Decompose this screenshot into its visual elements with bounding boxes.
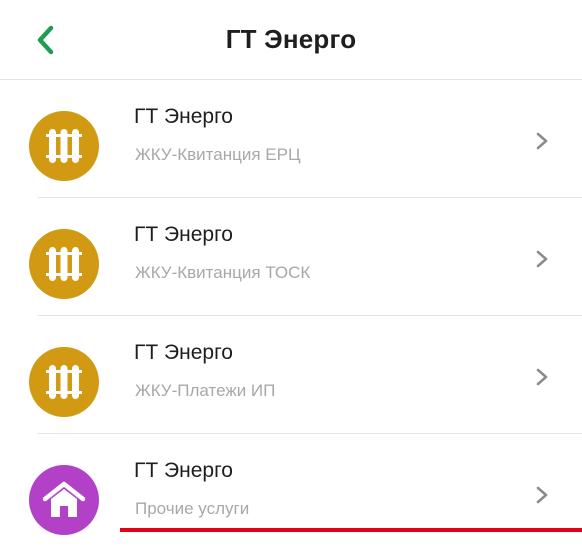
item-title: ГТ Энерго [134, 459, 233, 482]
list-item[interactable]: ГТ Энерго ЖКУ-Платежи ИП [0, 316, 582, 434]
list-item[interactable]: ГТ Энерго ЖКУ-Квитанция ТОСК [0, 198, 582, 316]
radiator-icon [29, 229, 99, 299]
item-title: ГТ Энерго [134, 341, 233, 364]
highlight-underline [120, 528, 582, 532]
chevron-right-icon [536, 368, 548, 386]
page-title: ГТ Энерго [225, 24, 357, 54]
item-title: ГТ Энерго [134, 105, 233, 128]
item-subtitle: Прочие услуги [135, 499, 250, 518]
header-bar: ГТ Энерго [0, 0, 582, 80]
item-subtitle: ЖКУ-Квитанция ЕРЦ [135, 145, 301, 164]
item-subtitle: ЖКУ-Платежи ИП [135, 381, 276, 400]
provider-list: ГТ Энерго ЖКУ-Квитанция ЕРЦ ГТ Энерго ЖК… [0, 80, 582, 552]
chevron-right-icon [536, 486, 548, 504]
list-item[interactable]: ГТ Энерго Прочие услуги [0, 434, 582, 552]
radiator-icon [29, 347, 99, 417]
item-subtitle: ЖКУ-Квитанция ТОСК [135, 263, 311, 282]
house-icon [29, 465, 99, 535]
chevron-right-icon [536, 250, 548, 268]
list-item[interactable]: ГТ Энерго ЖКУ-Квитанция ЕРЦ [0, 80, 582, 198]
radiator-icon [29, 111, 99, 181]
item-title: ГТ Энерго [134, 223, 233, 246]
chevron-right-icon [536, 132, 548, 150]
